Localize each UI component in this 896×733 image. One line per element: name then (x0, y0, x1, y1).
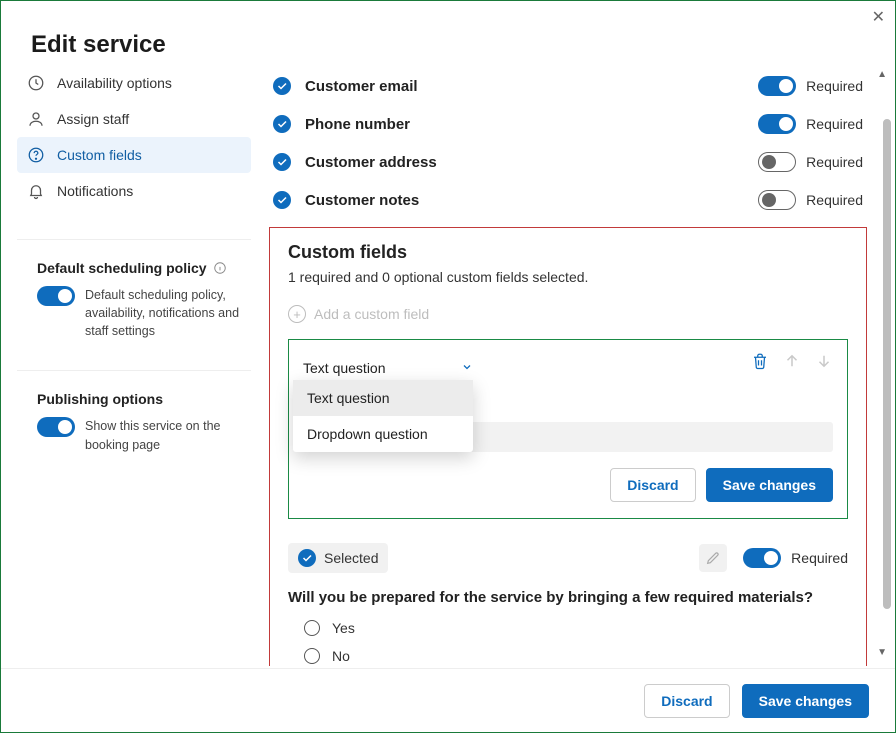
check-circle-icon[interactable] (273, 77, 291, 95)
section-title: Default scheduling policy (37, 260, 207, 276)
check-circle-icon[interactable] (273, 153, 291, 171)
check-circle-icon[interactable] (273, 115, 291, 133)
field-label: Customer notes (305, 192, 758, 209)
footer: Discard Save changes (1, 668, 895, 732)
option-label: No (332, 648, 350, 664)
sidebar-item-label: Availability options (57, 75, 172, 91)
radio-icon (304, 648, 320, 664)
sidebar-item-custom-fields[interactable]: Custom fields (17, 137, 251, 173)
person-icon (27, 110, 45, 128)
publishing-toggle[interactable] (37, 417, 75, 437)
close-icon[interactable]: ✕ (872, 7, 885, 27)
required-toggle[interactable] (758, 152, 796, 172)
question-text: Will you be prepared for the service by … (288, 587, 848, 608)
custom-fields-subtitle: 1 required and 0 optional custom fields … (288, 269, 848, 285)
publishing-section: Publishing options Show this service on … (17, 370, 251, 453)
field-label: Phone number (305, 116, 758, 133)
sidebar-item-availability[interactable]: Availability options (17, 65, 251, 101)
scroll-up-icon[interactable]: ▲ (877, 69, 887, 80)
sidebar-item-label: Notifications (57, 183, 133, 199)
main-panel: ▲ ▼ Customer email Required Phone number… (259, 57, 895, 666)
field-type-dropdown[interactable]: Text question (303, 354, 473, 382)
field-discard-button[interactable]: Discard (610, 468, 695, 502)
scheduling-policy-section: Default scheduling policy Default schedu… (17, 239, 251, 340)
field-row: Phone number Required (269, 105, 867, 143)
required-label: Required (806, 78, 863, 94)
clock-icon (27, 74, 45, 92)
existing-question: Selected Required Will you be prepared f… (288, 543, 848, 664)
custom-fields-title: Custom fields (288, 242, 848, 263)
edit-icon[interactable] (699, 544, 727, 572)
required-label: Required (806, 192, 863, 208)
sidebar-item-notifications[interactable]: Notifications (17, 173, 251, 209)
field-type-option[interactable]: Text question (293, 380, 473, 416)
default-fields-list: Customer email Required Phone number Req… (269, 67, 867, 219)
required-toggle[interactable] (758, 114, 796, 134)
sidebar-item-label: Assign staff (57, 111, 129, 127)
section-title: Publishing options (37, 391, 247, 407)
scroll-down-icon[interactable]: ▼ (877, 647, 887, 658)
question-circle-icon (27, 146, 45, 164)
required-toggle[interactable] (758, 190, 796, 210)
chevron-down-icon (461, 360, 473, 376)
field-type-option[interactable]: Dropdown question (293, 416, 473, 452)
scrollbar[interactable] (883, 107, 891, 637)
option-label: Yes (332, 620, 355, 636)
custom-field-editor: Text question Text question Dropdown que… (288, 339, 848, 519)
add-custom-field-button[interactable]: + Add a custom field (288, 305, 848, 323)
sidebar-item-label: Custom fields (57, 147, 142, 163)
publishing-desc: Show this service on the booking page (85, 417, 247, 453)
sidebar: Availability options Assign staff Custom… (1, 57, 259, 666)
delete-icon[interactable] (751, 352, 769, 370)
move-down-icon[interactable] (815, 352, 833, 370)
field-row: Customer notes Required (269, 181, 867, 219)
bell-icon (27, 182, 45, 200)
field-label: Customer email (305, 78, 758, 95)
required-label: Required (806, 154, 863, 170)
add-custom-field-label: Add a custom field (314, 306, 429, 322)
scheduling-policy-toggle[interactable] (37, 286, 75, 306)
move-up-icon[interactable] (783, 352, 801, 370)
selected-chip[interactable]: Selected (288, 543, 388, 573)
field-type-menu: Text question Dropdown question (293, 380, 473, 452)
check-circle-icon (298, 549, 316, 567)
selected-chip-label: Selected (324, 550, 378, 566)
required-label: Required (791, 550, 848, 566)
field-row: Customer email Required (269, 67, 867, 105)
radio-icon (304, 620, 320, 636)
plus-circle-icon: + (288, 305, 306, 323)
question-option[interactable]: Yes (304, 620, 848, 636)
required-label: Required (806, 116, 863, 132)
custom-fields-panel: Custom fields 1 required and 0 optional … (269, 227, 867, 666)
check-circle-icon[interactable] (273, 191, 291, 209)
discard-button[interactable]: Discard (644, 684, 729, 718)
save-changes-button[interactable]: Save changes (742, 684, 869, 718)
scheduling-policy-desc: Default scheduling policy, availability,… (85, 286, 247, 340)
sidebar-item-assign-staff[interactable]: Assign staff (17, 101, 251, 137)
field-type-selected: Text question (303, 360, 386, 376)
field-label: Customer address (305, 154, 758, 171)
field-save-button[interactable]: Save changes (706, 468, 833, 502)
field-row: Customer address Required (269, 143, 867, 181)
question-option[interactable]: No (304, 648, 848, 664)
question-required-toggle[interactable] (743, 548, 781, 568)
info-icon[interactable] (213, 261, 227, 275)
required-toggle[interactable] (758, 76, 796, 96)
